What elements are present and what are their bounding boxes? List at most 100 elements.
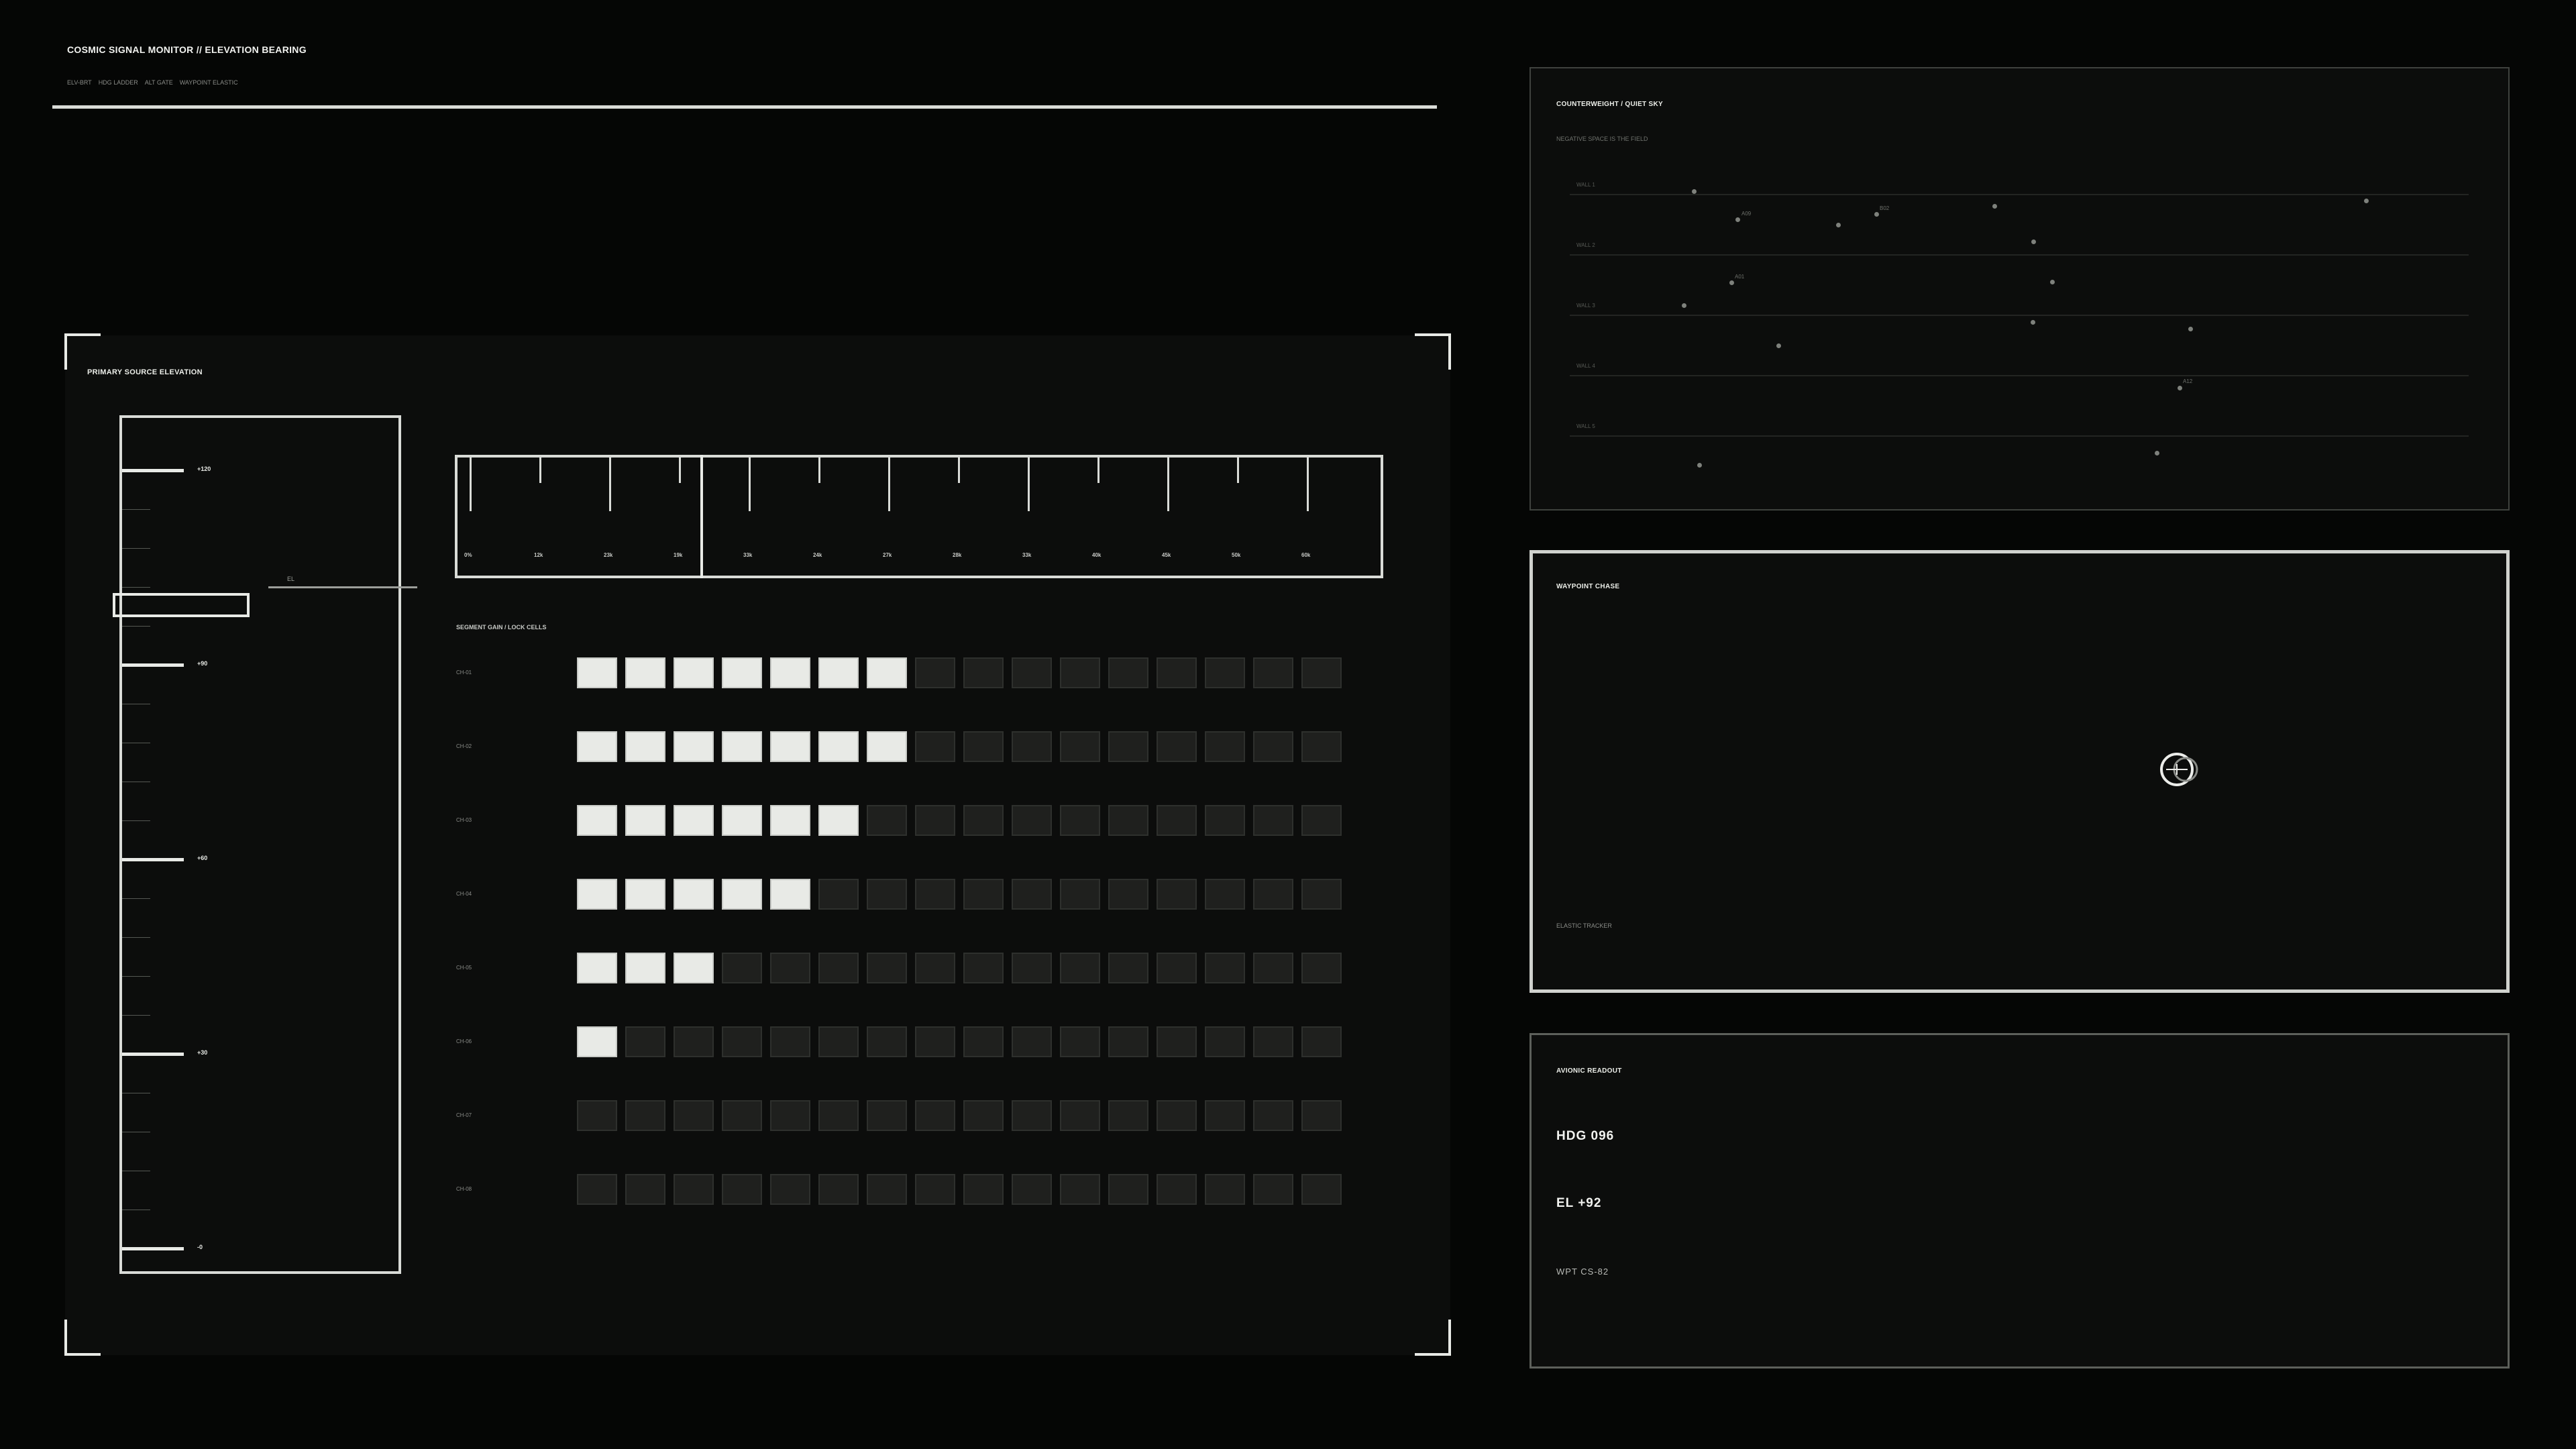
gain-cell-dim[interactable] — [1108, 879, 1148, 910]
sky-signal-dot[interactable] — [1682, 303, 1686, 308]
gain-cell-dim[interactable] — [963, 953, 1004, 983]
gain-cell-dim[interactable] — [1012, 1174, 1052, 1205]
subnav-item-hdg[interactable]: HDG LADDER — [99, 79, 138, 86]
sky-signal-dot[interactable] — [2178, 386, 2182, 390]
gain-cell-dim[interactable] — [770, 1174, 810, 1205]
gain-cell-dim[interactable] — [1012, 805, 1052, 836]
gain-cell-lit[interactable] — [625, 953, 665, 983]
gain-cell-dim[interactable] — [915, 657, 955, 688]
gain-cell-dim[interactable] — [818, 1026, 859, 1057]
gain-cell-lit[interactable] — [625, 879, 665, 910]
gain-cell-dim[interactable] — [1301, 953, 1342, 983]
gain-cell-dim[interactable] — [1157, 879, 1197, 910]
gain-cell-dim[interactable] — [625, 1174, 665, 1205]
gain-cell-dim[interactable] — [963, 1026, 1004, 1057]
gain-cell-lit[interactable] — [722, 731, 762, 762]
gain-cell-dim[interactable] — [915, 1026, 955, 1057]
gain-cell-dim[interactable] — [818, 1100, 859, 1131]
gain-cell-dim[interactable] — [625, 1026, 665, 1057]
gain-cell-dim[interactable] — [1253, 953, 1293, 983]
gain-cell-dim[interactable] — [1157, 1100, 1197, 1131]
gain-cell-lit[interactable] — [770, 879, 810, 910]
gain-cell-dim[interactable] — [1301, 1174, 1342, 1205]
gain-cell-dim[interactable] — [1301, 879, 1342, 910]
gain-cell-dim[interactable] — [1012, 1100, 1052, 1131]
gain-cell-dim[interactable] — [1301, 657, 1342, 688]
gain-cell-dim[interactable] — [674, 1174, 714, 1205]
gain-cell-lit[interactable] — [722, 657, 762, 688]
sky-signal-dot[interactable] — [1776, 343, 1781, 348]
gain-cell-dim[interactable] — [818, 953, 859, 983]
gain-cell-dim[interactable] — [1012, 879, 1052, 910]
gain-cell-lit[interactable] — [722, 805, 762, 836]
gain-cell-dim[interactable] — [577, 1100, 617, 1131]
gain-cell-dim[interactable] — [1205, 1174, 1245, 1205]
gain-cell-dim[interactable] — [1108, 1026, 1148, 1057]
gain-cell-dim[interactable] — [1060, 657, 1100, 688]
gain-cell-dim[interactable] — [722, 1100, 762, 1131]
gain-cell-lit[interactable] — [577, 805, 617, 836]
gain-cell-dim[interactable] — [1301, 731, 1342, 762]
sky-signal-dot[interactable] — [1992, 204, 1997, 209]
sky-signal-dot[interactable] — [2364, 199, 2369, 203]
gain-cell-lit[interactable] — [818, 805, 859, 836]
gain-cell-dim[interactable] — [867, 805, 907, 836]
gain-cell-dim[interactable] — [1060, 879, 1100, 910]
gain-cell-lit[interactable] — [625, 657, 665, 688]
gain-cell-dim[interactable] — [915, 1174, 955, 1205]
gain-cell-dim[interactable] — [1060, 731, 1100, 762]
sky-signal-dot[interactable] — [2155, 451, 2159, 455]
gain-cell-dim[interactable] — [963, 879, 1004, 910]
gain-cell-dim[interactable] — [867, 1026, 907, 1057]
gain-cell-dim[interactable] — [963, 1100, 1004, 1131]
gain-cell-dim[interactable] — [1157, 1174, 1197, 1205]
gain-cell-lit[interactable] — [577, 731, 617, 762]
gain-cell-dim[interactable] — [963, 1174, 1004, 1205]
gain-cell-dim[interactable] — [867, 953, 907, 983]
gain-cell-lit[interactable] — [770, 657, 810, 688]
gain-cell-dim[interactable] — [1108, 731, 1148, 762]
gain-cell-dim[interactable] — [770, 1026, 810, 1057]
gain-cell-lit[interactable] — [625, 731, 665, 762]
elevation-ladder[interactable]: +120 +90 +60 +30 -0 — [119, 415, 401, 1274]
gain-cell-lit[interactable] — [867, 731, 907, 762]
gain-cell-lit[interactable] — [818, 731, 859, 762]
gain-cell-dim[interactable] — [915, 1100, 955, 1131]
gain-cell-dim[interactable] — [770, 1100, 810, 1131]
gain-cell-dim[interactable] — [1205, 805, 1245, 836]
gain-cell-dim[interactable] — [1060, 953, 1100, 983]
gain-cell-dim[interactable] — [1060, 805, 1100, 836]
gain-cell-dim[interactable] — [1060, 1174, 1100, 1205]
gain-cell-dim[interactable] — [1108, 953, 1148, 983]
gain-cell-lit[interactable] — [577, 657, 617, 688]
gain-cell-lit[interactable] — [674, 657, 714, 688]
gain-cell-dim[interactable] — [674, 1026, 714, 1057]
gain-cell-dim[interactable] — [1253, 657, 1293, 688]
gain-cell-dim[interactable] — [1253, 1174, 1293, 1205]
gain-cell-dim[interactable] — [1205, 1100, 1245, 1131]
gain-cell-lit[interactable] — [577, 953, 617, 983]
gain-cell-dim[interactable] — [915, 953, 955, 983]
sky-signal-dot[interactable] — [2031, 239, 2036, 244]
subnav-item-waypoint[interactable]: WAYPOINT ELASTIC — [180, 79, 238, 86]
gain-cell-dim[interactable] — [963, 731, 1004, 762]
gain-cell-lit[interactable] — [867, 657, 907, 688]
gain-cell-lit[interactable] — [722, 879, 762, 910]
gain-cell-dim[interactable] — [1157, 953, 1197, 983]
gain-cell-dim[interactable] — [915, 731, 955, 762]
gain-cell-lit[interactable] — [674, 953, 714, 983]
gain-cell-dim[interactable] — [818, 879, 859, 910]
sky-signal-dot[interactable] — [2031, 320, 2035, 325]
gain-cell-dim[interactable] — [867, 879, 907, 910]
sky-signal-dot[interactable] — [1836, 223, 1841, 227]
sky-signal-dot[interactable] — [1697, 463, 1702, 468]
gain-cell-dim[interactable] — [1253, 1026, 1293, 1057]
gain-cell-dim[interactable] — [1205, 657, 1245, 688]
gain-cell-dim[interactable] — [867, 1174, 907, 1205]
gain-cell-dim[interactable] — [1301, 805, 1342, 836]
sky-signal-dot[interactable] — [2188, 327, 2193, 331]
gain-cell-dim[interactable] — [722, 1026, 762, 1057]
gain-cell-dim[interactable] — [1012, 1026, 1052, 1057]
gain-cell-dim[interactable] — [818, 1174, 859, 1205]
gain-cell-dim[interactable] — [1060, 1100, 1100, 1131]
